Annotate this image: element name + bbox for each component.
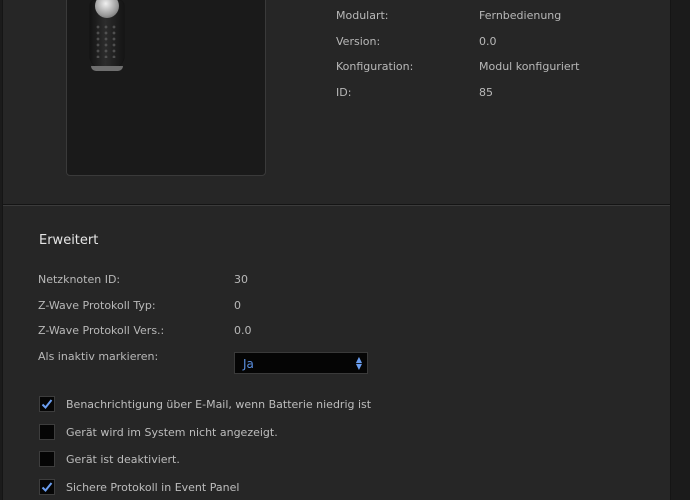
section-divider — [3, 204, 670, 206]
remote-control-image — [90, 0, 124, 71]
modulart-value: Fernbedienung — [479, 9, 562, 22]
checkbox-deactivated[interactable] — [39, 451, 55, 467]
version-value: 0.0 — [479, 35, 497, 48]
inaktiv-label: Als inaktiv markieren: — [38, 350, 159, 363]
remote-dial — [95, 0, 119, 18]
netzknoten-id-label: Netzknoten ID: — [38, 273, 121, 286]
checkmark-icon — [41, 482, 53, 492]
netzknoten-id-value: 30 — [234, 273, 248, 286]
protokoll-vers-label: Z-Wave Protokoll Vers.: — [38, 324, 165, 337]
id-label: ID: — [336, 86, 352, 99]
section-title-erweitert: Erweitert — [39, 233, 99, 248]
modulart-label: Modulart: — [336, 9, 389, 22]
remote-keypad — [94, 24, 120, 58]
konfiguration-value: Modul konfiguriert — [479, 60, 580, 73]
protokoll-typ-label: Z-Wave Protokoll Typ: — [38, 299, 156, 312]
protokoll-vers-value: 0.0 — [234, 324, 252, 337]
device-detail-panel: Modulart: Fernbedienung Version: 0.0 Kon… — [2, 0, 671, 500]
id-value: 85 — [479, 86, 493, 99]
checkbox-event-log[interactable] — [39, 479, 55, 495]
checkbox-label-hidden: Gerät wird im System nicht angezeigt. — [66, 426, 278, 439]
checkbox-battery-email[interactable] — [39, 396, 55, 412]
checkbox-label-deactivated: Gerät ist deaktiviert. — [66, 453, 180, 466]
inaktiv-select-value: Ja — [243, 357, 254, 371]
checkbox-label-event-log: Sichere Protokoll in Event Panel — [66, 481, 240, 494]
konfiguration-label: Konfiguration: — [336, 60, 414, 73]
checkbox-hidden[interactable] — [39, 424, 55, 440]
version-label: Version: — [336, 35, 381, 48]
checkbox-label-battery-email: Benachrichtigung über E-Mail, wenn Batte… — [66, 398, 372, 411]
inaktiv-select[interactable]: Ja ▲ ▼ — [234, 352, 368, 374]
protokoll-typ-value: 0 — [234, 299, 241, 312]
checkmark-icon — [41, 399, 53, 409]
up-down-arrows-icon: ▲ ▼ — [355, 355, 362, 371]
remote-base — [91, 66, 123, 71]
